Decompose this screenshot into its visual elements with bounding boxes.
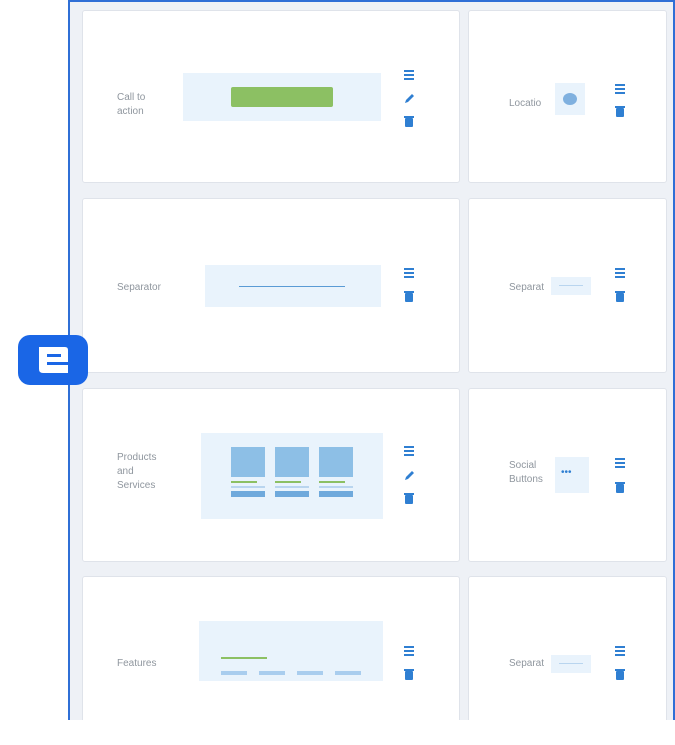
trash-icon[interactable] xyxy=(404,668,414,680)
widget-card-separator[interactable]: Separator xyxy=(82,198,460,373)
features-preview xyxy=(199,621,383,681)
widget-label-location: Locatio xyxy=(509,98,542,109)
widget-card-separator-small[interactable]: Separat xyxy=(468,198,667,373)
widget-label-separator-small-2: Separat xyxy=(509,658,545,669)
product-item-3 xyxy=(319,447,353,503)
widget-label-social: Social Buttons xyxy=(509,460,543,485)
location-preview xyxy=(555,83,585,115)
trash-icon[interactable] xyxy=(615,105,625,117)
trash-icon[interactable] xyxy=(404,492,414,504)
more-dots-icon: ••• xyxy=(561,467,572,478)
feature-item-1 xyxy=(221,671,247,675)
trash-icon[interactable] xyxy=(615,481,625,493)
separator-line-preview xyxy=(239,286,345,287)
widget-label-features: Features xyxy=(117,658,157,669)
widget-label-separator: Separator xyxy=(117,282,161,293)
widget-card-products-services[interactable]: Products and Services xyxy=(82,388,460,562)
trash-icon[interactable] xyxy=(615,668,625,680)
cta-button-preview xyxy=(231,87,333,107)
widget-card-features[interactable]: Features xyxy=(82,576,460,720)
separator-small-preview-2 xyxy=(551,655,591,673)
widget-card-social-buttons[interactable]: Social Buttons ••• xyxy=(468,388,667,562)
feature-item-2 xyxy=(259,671,285,675)
widget-card-call-to-action[interactable]: Call to action xyxy=(82,10,460,183)
social-preview: ••• xyxy=(555,457,589,493)
trash-icon[interactable] xyxy=(404,115,414,127)
hamburger-menu-icon[interactable] xyxy=(404,645,414,657)
widget-label-cta: Call to action xyxy=(117,92,146,117)
hamburger-menu-icon[interactable] xyxy=(615,457,625,469)
widget-label-products: Products and Services xyxy=(117,452,157,491)
hamburger-menu-icon[interactable] xyxy=(404,69,414,81)
widget-library-panel: Call to action Locatio Separator Separat… xyxy=(68,0,675,720)
hamburger-menu-icon[interactable] xyxy=(615,267,625,279)
products-preview xyxy=(201,433,383,519)
pencil-icon[interactable] xyxy=(404,469,414,481)
hamburger-menu-icon[interactable] xyxy=(615,83,625,95)
hamburger-menu-icon[interactable] xyxy=(404,267,414,279)
product-item-2 xyxy=(275,447,309,503)
widget-card-location[interactable]: Locatio xyxy=(468,10,667,183)
cta-preview xyxy=(183,73,381,121)
widget-label-separator-small: Separat xyxy=(509,282,545,293)
product-item-1 xyxy=(231,447,265,503)
brand-logo-icon xyxy=(18,335,88,385)
feature-item-4 xyxy=(335,671,361,675)
trash-icon[interactable] xyxy=(404,290,414,302)
widget-card-separator-small-2[interactable]: Separat xyxy=(468,576,667,720)
trash-icon[interactable] xyxy=(615,290,625,302)
separator-small-preview xyxy=(551,277,591,295)
separator-preview xyxy=(205,265,381,307)
hamburger-menu-icon[interactable] xyxy=(615,645,625,657)
pencil-icon[interactable] xyxy=(404,92,414,104)
map-pin-icon xyxy=(563,93,577,105)
hamburger-menu-icon[interactable] xyxy=(404,445,414,457)
feature-item-3 xyxy=(297,671,323,675)
